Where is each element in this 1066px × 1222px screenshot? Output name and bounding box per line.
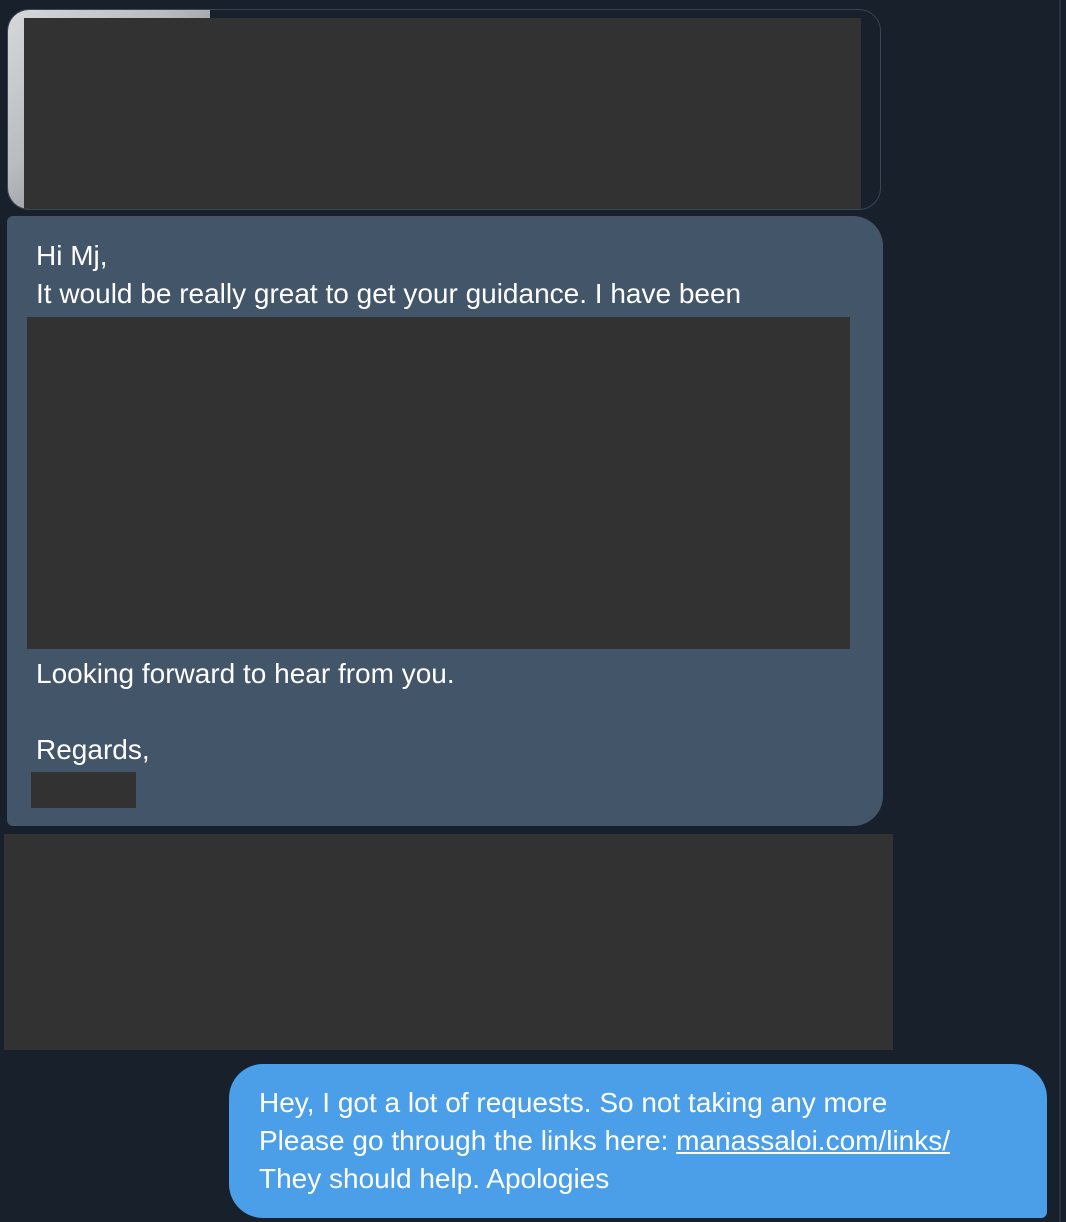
- link-preview-card[interactable]: [7, 9, 881, 210]
- message-closing: Looking forward to hear from you.: [36, 658, 455, 689]
- reply-line-with-link: Please go through the links here: manass…: [259, 1122, 950, 1160]
- incoming-message-bubble: Hi Mj, It would be really great to get y…: [7, 216, 883, 826]
- scrollbar-track[interactable]: [1059, 0, 1061, 1222]
- redacted-message-body: [27, 317, 850, 649]
- outgoing-message-bubble: Hey, I got a lot of requests. So not tak…: [229, 1064, 1047, 1218]
- redacted-preview-content: [24, 18, 861, 209]
- message-sign-off: Regards,: [36, 734, 150, 765]
- reply-link-prefix: Please go through the links here:: [259, 1125, 677, 1156]
- message-line: It would be really great to get your gui…: [36, 278, 742, 309]
- links-page-link[interactable]: manassaloi.com/links/: [676, 1125, 950, 1156]
- redacted-sender-name: [31, 772, 136, 808]
- message-greeting: Hi Mj,: [36, 240, 108, 271]
- redacted-message-block: [4, 834, 893, 1050]
- reply-line: They should help. Apologies: [259, 1163, 610, 1194]
- reply-line: Hey, I got a lot of requests. So not tak…: [259, 1087, 888, 1118]
